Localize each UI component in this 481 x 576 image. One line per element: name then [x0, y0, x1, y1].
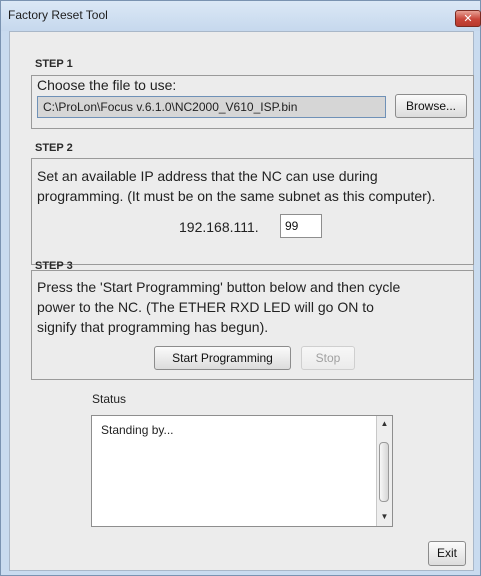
- step3-panel: Press the 'Start Programming' button bel…: [31, 270, 474, 380]
- ip-last-octet-input[interactable]: 99: [280, 214, 322, 238]
- status-textarea[interactable]: Standing by... ▲ ▼: [91, 415, 393, 527]
- title-bar[interactable]: Factory Reset Tool ✕: [1, 1, 481, 31]
- scroll-up-icon[interactable]: ▲: [377, 419, 392, 428]
- window-title: Factory Reset Tool: [8, 8, 108, 22]
- step1-panel: Choose the file to use: C:\ProLon\Focus …: [31, 75, 474, 129]
- browse-button[interactable]: Browse...: [395, 94, 467, 118]
- app-window: Factory Reset Tool ✕ STEP 1 Choose the f…: [0, 0, 481, 576]
- file-path-field[interactable]: C:\ProLon\Focus v.6.1.0\NC2000_V610_ISP.…: [37, 96, 386, 118]
- start-programming-button[interactable]: Start Programming: [154, 346, 291, 370]
- scroll-thumb[interactable]: [379, 442, 389, 502]
- step2-label: STEP 2: [35, 142, 73, 154]
- step1-instruction: Choose the file to use:: [37, 77, 177, 93]
- ip-prefix: 192.168.111.: [179, 219, 259, 235]
- step3-instruction-line1: Press the 'Start Programming' button bel…: [37, 279, 401, 295]
- step2-instruction-line1: Set an available IP address that the NC …: [37, 168, 378, 184]
- step1-label: STEP 1: [35, 58, 73, 70]
- step3-instruction-line3: signify that programming has begun).: [37, 319, 269, 335]
- step2-instruction-line2: programming. (It must be on the same sub…: [37, 188, 436, 204]
- status-text: Standing by...: [101, 423, 174, 437]
- close-button[interactable]: ✕: [455, 10, 481, 27]
- step3-instruction-line2: power to the NC. (The ETHER RXD LED will…: [37, 299, 374, 315]
- status-scrollbar[interactable]: ▲ ▼: [376, 416, 392, 526]
- dialog-body: STEP 1 Choose the file to use: C:\ProLon…: [9, 31, 474, 571]
- scroll-down-icon[interactable]: ▼: [377, 512, 392, 521]
- close-icon: ✕: [463, 12, 473, 25]
- exit-button[interactable]: Exit: [428, 541, 466, 566]
- step2-panel: Set an available IP address that the NC …: [31, 158, 474, 265]
- stop-button[interactable]: Stop: [301, 346, 355, 370]
- status-label: Status: [92, 392, 127, 406]
